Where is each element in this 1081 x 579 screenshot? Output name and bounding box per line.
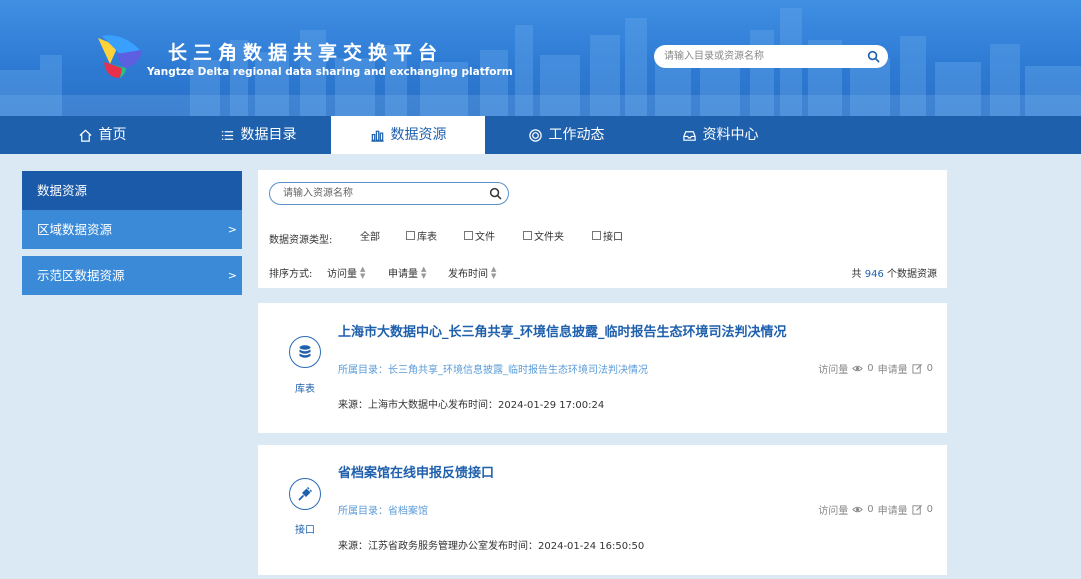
type-option-all[interactable]: 全部 xyxy=(360,228,380,243)
visits-label: 访问量 xyxy=(818,365,849,376)
visits-label: 访问量 xyxy=(818,506,849,517)
nav-item-home[interactable]: 首页 xyxy=(40,116,164,154)
sort-option-label: 访问量 xyxy=(327,269,357,280)
resource-catalog-link[interactable]: 所属目录：省档案馆 xyxy=(338,502,428,517)
database-icon xyxy=(299,345,311,358)
resource-title-link[interactable]: 上海市大数据中心_长三角共享_环境信息披露_临时报告生态环境司法判决情况 xyxy=(338,321,787,340)
bar-chart-icon xyxy=(370,130,384,142)
nav-item-label: 首页 xyxy=(98,127,127,143)
platform-subtitle: Yangtze Delta regional data sharing and … xyxy=(147,66,513,78)
total-count: 946 xyxy=(864,269,884,280)
sort-by-applications[interactable]: 申请量 ▲ ▼ xyxy=(388,265,426,280)
main-nav: 首页 数据目录 数据资源 工作动态 资料中心 xyxy=(0,116,1081,154)
sidebar-item-regional-resources[interactable]: 区域数据资源 > xyxy=(22,210,242,249)
sort-by-visits[interactable]: 访问量 ▲ ▼ xyxy=(327,265,365,280)
total-suffix: 个数据资源 xyxy=(887,269,937,280)
resource-search-input[interactable] xyxy=(283,186,483,201)
total-resource-count: 共 946 个数据资源 xyxy=(852,265,937,280)
global-search-box xyxy=(654,45,888,68)
type-option-file[interactable]: 文件 xyxy=(464,228,495,243)
type-option-label: 文件夹 xyxy=(534,232,564,243)
type-option-folder[interactable]: 文件夹 xyxy=(523,228,564,243)
apply-count: 0 xyxy=(926,363,933,374)
sort-by-publish-time[interactable]: 发布时间 ▲ ▼ xyxy=(448,265,496,280)
nav-item-label: 工作动态 xyxy=(548,127,605,143)
resource-source: 来源：上海市大数据中心发布时间：2024-01-29 17:00:24 xyxy=(338,400,605,411)
visits-count: 0 xyxy=(867,504,874,515)
platform-title: 长三角数据共享交换平台 xyxy=(168,42,444,64)
type-option-table[interactable]: 库表 xyxy=(406,228,437,243)
nav-item-label: 数据目录 xyxy=(240,127,297,143)
sort-caret-icon: ▲ ▼ xyxy=(421,264,427,280)
sort-label: 排序方式: xyxy=(269,269,313,280)
plug-icon xyxy=(298,487,312,501)
edit-icon xyxy=(912,504,922,515)
resource-type-label: 数据资源类型: xyxy=(269,235,333,246)
sort-caret-icon: ▲ ▼ xyxy=(360,264,366,280)
type-option-label: 全部 xyxy=(360,232,380,243)
nav-item-data-resources[interactable]: 数据资源 xyxy=(331,116,485,154)
resource-source: 来源：江苏省政务服务管理办公室发布时间：2024-01-24 16:50:50 xyxy=(338,541,645,552)
eye-icon xyxy=(852,506,863,513)
search-icon[interactable] xyxy=(867,50,880,63)
resource-type-label: 库表 xyxy=(295,384,315,395)
search-icon[interactable] xyxy=(489,187,502,200)
sort-option-label: 发布时间 xyxy=(448,269,488,280)
inbox-icon xyxy=(682,130,696,141)
type-option-label: 文件 xyxy=(475,232,495,243)
sidebar-item-label: 区域数据资源 xyxy=(37,222,113,237)
checkbox[interactable] xyxy=(464,231,473,240)
resource-catalog-link[interactable]: 所属目录：长三角共享_环境信息披露_临时报告生态环境司法判决情况 xyxy=(338,361,648,376)
eye-icon xyxy=(852,365,863,372)
home-icon xyxy=(78,129,92,142)
sort-option-label: 申请量 xyxy=(388,269,418,280)
apply-label: 申请量 xyxy=(877,365,908,376)
apply-label: 申请量 xyxy=(877,506,908,517)
platform-logo xyxy=(98,35,142,78)
nav-item-work-news[interactable]: 工作动态 xyxy=(504,116,628,154)
resource-type-badge xyxy=(289,336,321,368)
checkbox[interactable] xyxy=(592,231,601,240)
sidebar-header-data-resources[interactable]: 数据资源 xyxy=(22,171,242,210)
apply-count: 0 xyxy=(926,504,933,515)
edit-icon xyxy=(912,363,922,374)
sidebar-item-label: 数据资源 xyxy=(37,183,88,198)
checkbox[interactable] xyxy=(523,231,532,240)
nav-item-resource-center[interactable]: 资料中心 xyxy=(658,116,782,154)
chevron-right-icon: > xyxy=(227,223,237,236)
type-option-label: 库表 xyxy=(417,232,437,243)
sort-options: 排序方式: 访问量 ▲ ▼ 申请量 ▲ ▼ 发布时间 ▲ ▼ xyxy=(269,265,569,280)
checkbox[interactable] xyxy=(406,231,415,240)
list-icon xyxy=(221,130,233,140)
result-card: 接口 省档案馆在线申报反馈接口 所属目录：省档案馆 访问量 0 申请量 0 来源… xyxy=(258,445,947,575)
total-prefix: 共 xyxy=(851,269,862,280)
type-option-api[interactable]: 接口 xyxy=(592,228,623,243)
city-skyline-illustration xyxy=(0,8,1081,116)
target-icon xyxy=(528,128,542,142)
resource-type-label: 接口 xyxy=(295,525,315,536)
chevron-right-icon: > xyxy=(227,269,237,282)
resource-search-box xyxy=(269,182,509,205)
resource-type-filter: 数据资源类型: 全部 库表 文件 文件夹 接口 xyxy=(269,228,669,246)
resource-type-badge xyxy=(289,478,321,510)
visits-count: 0 xyxy=(867,363,874,374)
nav-item-label: 数据资源 xyxy=(390,127,447,143)
sort-caret-icon: ▲ ▼ xyxy=(491,264,497,280)
header-banner: 长三角数据共享交换平台 Yangtze Delta regional data … xyxy=(0,0,1081,116)
nav-item-label: 资料中心 xyxy=(702,127,759,143)
result-card: 库表 上海市大数据中心_长三角共享_环境信息披露_临时报告生态环境司法判决情况 … xyxy=(258,303,947,433)
resource-title-link[interactable]: 省档案馆在线申报反馈接口 xyxy=(338,462,494,481)
sidebar-item-label: 示范区数据资源 xyxy=(37,268,125,283)
nav-item-data-catalog[interactable]: 数据目录 xyxy=(196,116,320,154)
resource-stats: 访问量 0 申请量 0 xyxy=(818,502,933,517)
filter-panel: 数据资源类型: 全部 库表 文件 文件夹 接口 排序方式: 访问量 ▲▼ 申请量… xyxy=(258,170,947,288)
type-option-label: 接口 xyxy=(603,232,623,243)
resource-stats: 访问量 0 申请量 0 xyxy=(818,361,933,376)
global-search-input[interactable] xyxy=(664,48,859,65)
sidebar-item-demo-zone-resources[interactable]: 示范区数据资源 > xyxy=(22,256,242,295)
